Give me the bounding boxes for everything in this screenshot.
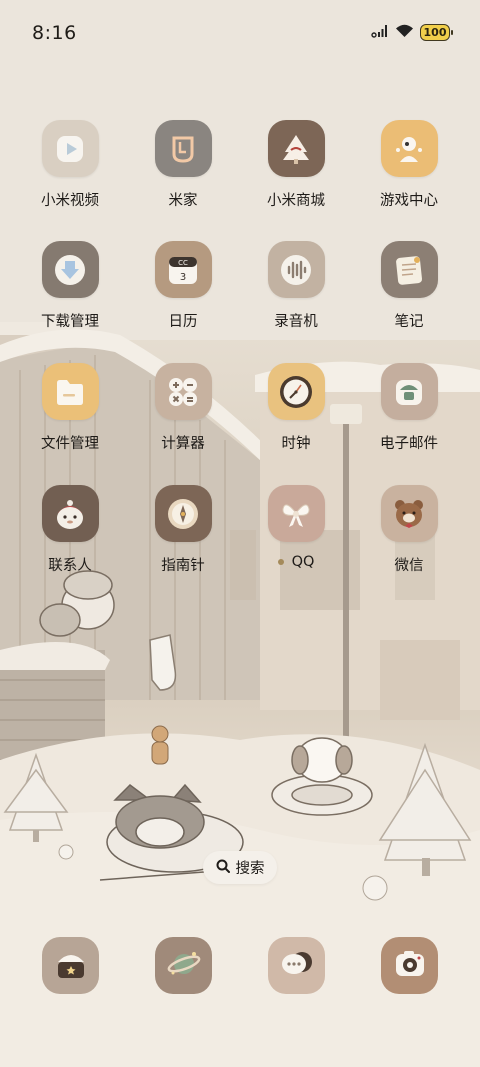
app-label: 文件管理 [41, 436, 99, 452]
app-label: 笔记 [394, 314, 424, 330]
status-time: 8:16 [32, 22, 77, 44]
app-wechat[interactable]: 微信 [359, 485, 459, 575]
mail-plant-icon [380, 363, 438, 420]
chat-bubble-icon [279, 946, 315, 986]
app-game-center[interactable]: 游戏中心 [359, 120, 459, 210]
app-label: 日历 [168, 314, 198, 330]
app-label: QQ [291, 554, 315, 570]
app-compass[interactable]: 指南针 [133, 485, 233, 575]
app-mi-store[interactable]: 小米商城 [246, 120, 346, 210]
calculator-icon [154, 363, 212, 420]
app-label: 小米商城 [267, 193, 325, 209]
status-bar: 8:16 100 [0, 0, 480, 66]
app-label: 时钟 [281, 436, 311, 452]
bear-icon [380, 485, 438, 542]
svg-text:CC: CC [178, 259, 188, 267]
app-file-manager[interactable]: 文件管理 [20, 363, 120, 453]
app-label: 电子邮件 [380, 436, 438, 452]
svg-text:3: 3 [180, 272, 186, 283]
planet-icon [166, 946, 202, 986]
app-recorder[interactable]: 录音机 [246, 241, 346, 331]
app-label: 录音机 [274, 314, 318, 330]
app-download-manager[interactable]: 下载管理 [20, 241, 120, 331]
video-play-icon [41, 120, 99, 177]
search-label: 搜索 [235, 861, 265, 877]
app-mi-video[interactable]: 小米视频 [20, 120, 120, 210]
download-icon [41, 241, 99, 298]
app-email[interactable]: 电子邮件 [359, 363, 459, 453]
battery-icon: 100 [420, 24, 453, 41]
bow-icon [267, 485, 325, 542]
wifi-icon [395, 23, 414, 42]
dock-app-4[interactable] [381, 937, 438, 994]
bag-icon [53, 946, 89, 986]
app-calendar[interactable]: CC 3 日历 [133, 241, 233, 331]
notepad-icon [380, 241, 438, 298]
tree-shop-icon [267, 120, 325, 177]
search-icon [216, 858, 230, 877]
compass-icon [154, 485, 212, 542]
camera-icon [392, 946, 428, 986]
battery-level: 100 [423, 26, 447, 39]
mijia-icon [154, 120, 212, 177]
app-label: 计算器 [161, 436, 205, 452]
app-label: 下载管理 [41, 314, 99, 330]
folder-icon [41, 363, 99, 420]
calendar-icon: CC 3 [154, 241, 212, 298]
app-notes[interactable]: 笔记 [359, 241, 459, 331]
dock-app-2[interactable] [155, 937, 212, 994]
game-character-icon [380, 120, 438, 177]
app-contacts[interactable]: 联系人 [20, 485, 120, 575]
clock-icon [267, 363, 325, 420]
app-label: 联系人 [48, 558, 92, 574]
app-clock[interactable]: 时钟 [246, 363, 346, 453]
app-calculator[interactable]: 计算器 [133, 363, 233, 453]
app-label: 游戏中心 [380, 193, 438, 209]
search-button[interactable]: 搜索 [203, 851, 277, 884]
app-label: 微信 [394, 558, 424, 574]
app-label: 米家 [168, 193, 198, 209]
contact-avatar-icon [41, 485, 99, 542]
sound-wave-icon [267, 241, 325, 298]
app-mijia[interactable]: 米家 [133, 120, 233, 210]
notification-dot [277, 559, 284, 565]
dock-app-1[interactable] [42, 937, 99, 994]
signal-icon [371, 23, 389, 42]
app-label: 小米视频 [41, 193, 99, 209]
app-qq[interactable]: QQ [246, 485, 346, 570]
dock-app-3[interactable] [268, 937, 325, 994]
app-label: 指南针 [161, 558, 205, 574]
status-icons: 100 [371, 23, 453, 42]
